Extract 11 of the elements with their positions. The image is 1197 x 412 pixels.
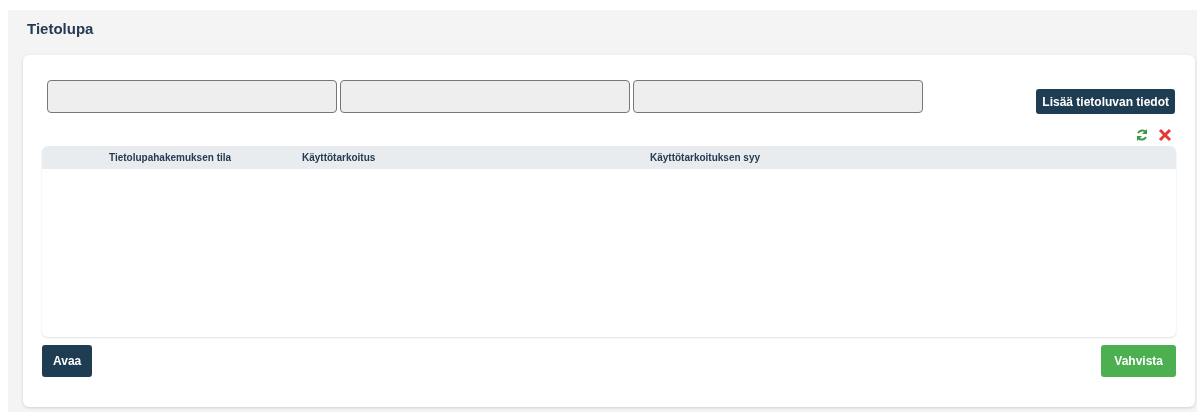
input-field[interactable]	[47, 80, 337, 113]
column-header: Käyttötarkoituksen syy	[650, 152, 761, 163]
input-field[interactable]	[633, 80, 923, 113]
input-field[interactable]	[340, 80, 630, 113]
add-button[interactable]: Lisää tietoluvan tiedot	[1036, 89, 1175, 114]
refresh-icon[interactable]	[1135, 128, 1149, 142]
open-button[interactable]: Avaa	[42, 345, 93, 377]
page-title: Tietolupa	[27, 20, 94, 38]
column-header: Käyttötarkoitus	[302, 152, 377, 163]
column-header: Tietolupahakemuksen tila	[109, 152, 233, 163]
close-icon[interactable]	[1158, 128, 1172, 142]
